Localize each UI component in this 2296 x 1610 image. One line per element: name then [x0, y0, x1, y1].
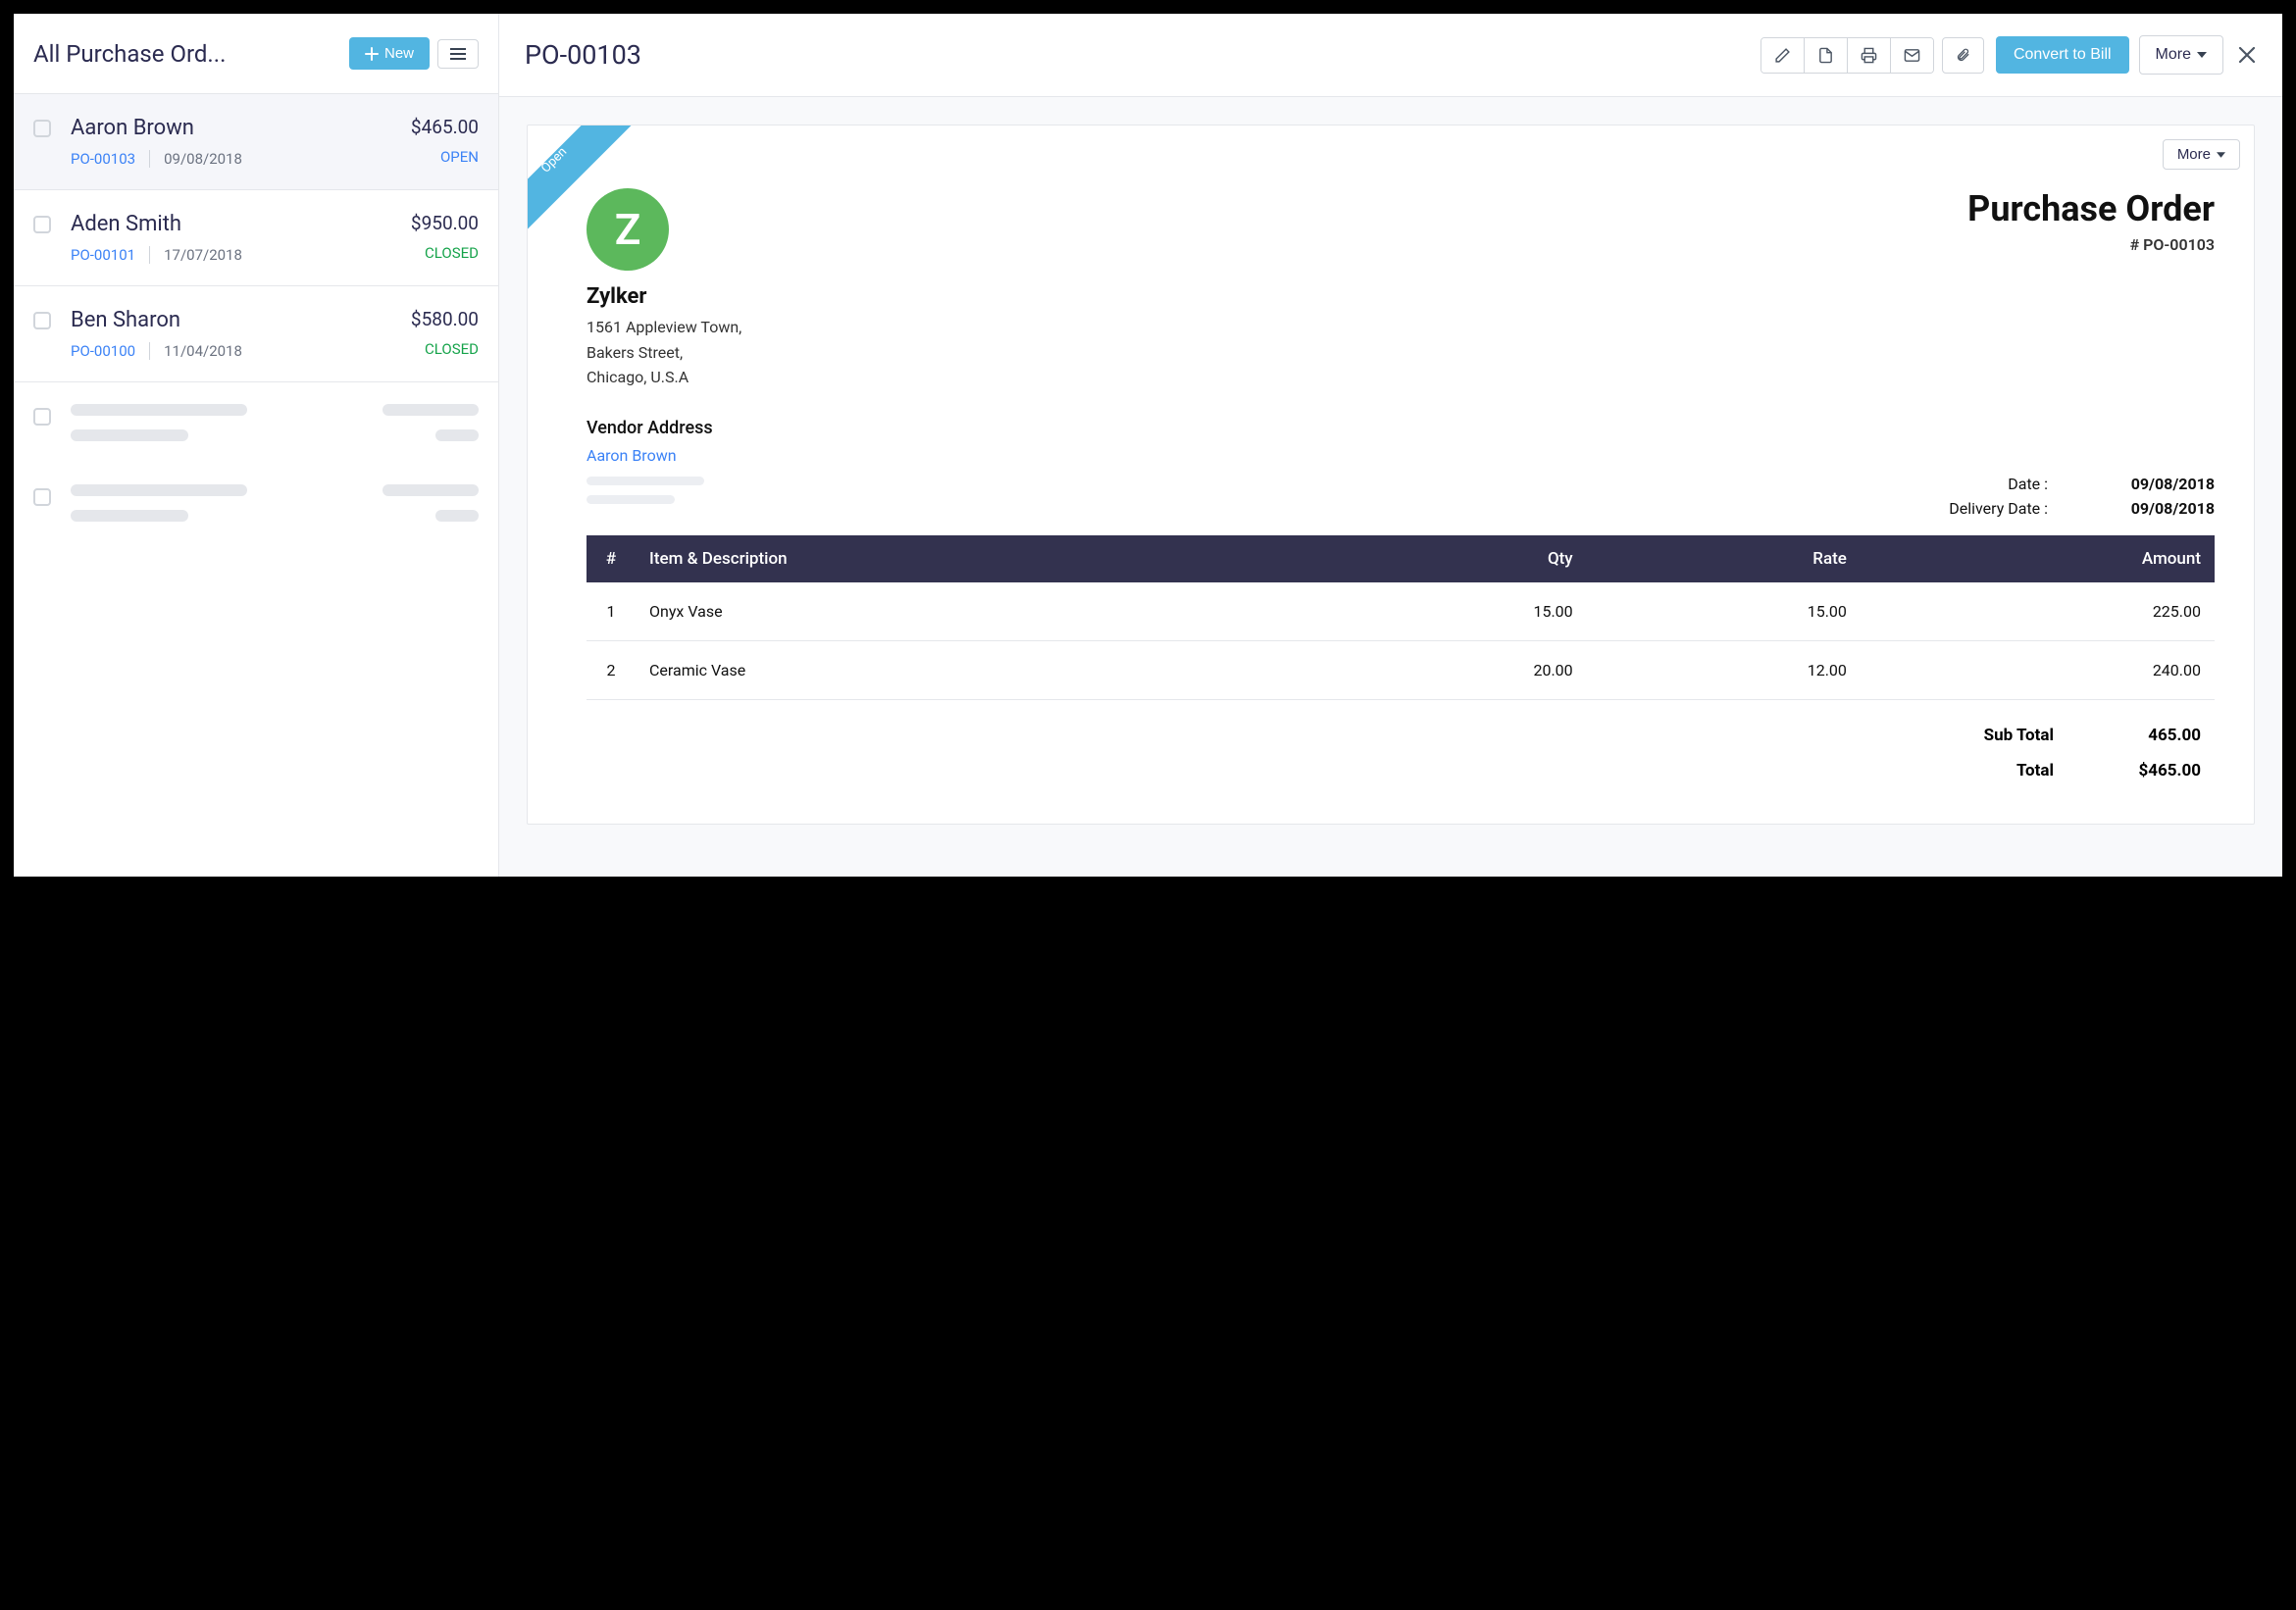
list-item[interactable]: Aden Smith PO-00101 17/07/2018 $950.00 C… — [14, 190, 498, 286]
col-amount: Amount — [1861, 535, 2215, 582]
line-items-table: # Item & Description Qty Rate Amount 1 O… — [587, 535, 2215, 700]
list-item-po: PO-00100 — [71, 342, 135, 360]
cell-num: 1 — [587, 582, 636, 641]
list-item-date: 11/04/2018 — [164, 342, 242, 360]
list-item[interactable]: Aaron Brown PO-00103 09/08/2018 $465.00 … — [14, 94, 498, 190]
new-button-label: New — [384, 45, 414, 62]
icon-btn-group — [1760, 37, 1934, 74]
status-ribbon: Open — [528, 126, 636, 233]
list-item-amount: $950.00 — [411, 212, 479, 234]
cell-amount: 240.00 — [1861, 640, 2215, 699]
subtotal-value: 465.00 — [2113, 726, 2201, 745]
po-list-panel: All Purchase Ord... New Aaron Brown PO-0… — [14, 14, 499, 877]
checkbox[interactable] — [33, 120, 51, 137]
cell-desc: Onyx Vase — [636, 582, 1312, 641]
checkbox[interactable] — [33, 216, 51, 233]
list-item-placeholder — [14, 463, 498, 543]
company-name: Zylker — [587, 284, 741, 309]
detail-header: PO-00103 Convert to Bill — [499, 14, 2282, 97]
list-item-name: Aden Smith — [71, 212, 411, 236]
cell-desc: Ceramic Vase — [636, 640, 1312, 699]
document-header: Z Zylker 1561 Appleview Town, Bakers Str… — [587, 188, 2215, 390]
cell-rate: 12.00 — [1587, 640, 1861, 699]
col-num: # — [587, 535, 636, 582]
col-rate: Rate — [1587, 535, 1861, 582]
mail-icon — [1904, 47, 1920, 64]
table-row: 2 Ceramic Vase 20.00 12.00 240.00 — [587, 640, 2215, 699]
vendor-name-link[interactable]: Aaron Brown — [587, 446, 677, 465]
company-address: 1561 Appleview Town, Bakers Street, Chic… — [587, 315, 741, 390]
list-item-status: CLOSED — [411, 244, 479, 262]
list-item-date: 09/08/2018 — [164, 150, 242, 168]
po-list: Aaron Brown PO-00103 09/08/2018 $465.00 … — [14, 94, 498, 382]
delivery-date-label: Delivery Date : — [1949, 499, 2048, 518]
new-button[interactable]: New — [349, 37, 430, 70]
document-more-dropdown[interactable]: More — [2163, 139, 2240, 170]
list-title: All Purchase Ord... — [33, 40, 349, 68]
totals-block: Sub Total 465.00 Total $465.00 — [587, 718, 2215, 788]
caret-down-icon — [2217, 152, 2225, 158]
list-item-date: 17/07/2018 — [164, 246, 242, 264]
list-item[interactable]: Ben Sharon PO-00100 11/04/2018 $580.00 C… — [14, 286, 498, 382]
hamburger-button[interactable] — [437, 39, 479, 69]
list-item-po: PO-00101 — [71, 246, 135, 264]
print-button[interactable] — [1848, 38, 1891, 73]
document-title-block: Purchase Order # PO-00103 — [1967, 188, 2215, 254]
plus-icon — [365, 47, 379, 61]
attach-button[interactable] — [1942, 37, 1984, 74]
list-item-status: OPEN — [411, 148, 479, 166]
col-qty: Qty — [1312, 535, 1586, 582]
document-more-label: More — [2177, 146, 2211, 163]
purchase-order-document: Open More Z Zylker 1561 Appleview Town, … — [527, 125, 2255, 825]
printer-icon — [1861, 47, 1877, 64]
list-header: All Purchase Ord... New — [14, 14, 498, 94]
checkbox[interactable] — [33, 312, 51, 329]
checkbox[interactable] — [33, 488, 51, 506]
dates-block: Date : 09/08/2018 Delivery Date : 09/08/… — [587, 475, 2215, 518]
pdf-button[interactable] — [1805, 38, 1848, 73]
caret-down-icon — [2197, 52, 2207, 58]
pdf-icon — [1817, 47, 1834, 64]
email-button[interactable] — [1891, 38, 1933, 73]
list-item-name: Ben Sharon — [71, 308, 411, 332]
document-number: # PO-00103 — [1967, 235, 2215, 254]
list-item-amount: $580.00 — [411, 308, 479, 330]
cell-amount: 225.00 — [1861, 582, 2215, 641]
cell-num: 2 — [587, 640, 636, 699]
cell-rate: 15.00 — [1587, 582, 1861, 641]
total-label: Total — [2016, 761, 2054, 780]
date-value: 09/08/2018 — [2107, 475, 2215, 493]
ribbon-text: Open — [538, 144, 570, 176]
document-scroll[interactable]: Open More Z Zylker 1561 Appleview Town, … — [499, 97, 2282, 852]
list-item-name: Aaron Brown — [71, 116, 411, 140]
cell-qty: 20.00 — [1312, 640, 1586, 699]
more-label: More — [2156, 46, 2191, 64]
col-desc: Item & Description — [636, 535, 1312, 582]
list-item-po: PO-00103 — [71, 150, 135, 168]
list-item-placeholder — [14, 382, 498, 463]
cell-qty: 15.00 — [1312, 582, 1586, 641]
delivery-date-value: 09/08/2018 — [2107, 499, 2215, 518]
list-item-amount: $465.00 — [411, 116, 479, 138]
list-item-status: CLOSED — [411, 340, 479, 358]
menu-icon — [450, 48, 466, 60]
detail-title: PO-00103 — [525, 39, 641, 71]
close-icon — [2237, 45, 2257, 65]
checkbox[interactable] — [33, 408, 51, 426]
pencil-icon — [1774, 47, 1791, 64]
date-label: Date : — [2008, 475, 2048, 493]
more-dropdown[interactable]: More — [2139, 35, 2223, 75]
detail-panel: PO-00103 Convert to Bill — [499, 14, 2282, 877]
app-root: All Purchase Ord... New Aaron Brown PO-0… — [14, 14, 2282, 877]
total-value: $465.00 — [2113, 761, 2201, 780]
vendor-address-label: Vendor Address — [587, 418, 2215, 438]
subtotal-label: Sub Total — [1984, 726, 2054, 745]
document-title: Purchase Order — [1967, 188, 2215, 229]
convert-to-bill-button[interactable]: Convert to Bill — [1996, 36, 2129, 74]
table-row: 1 Onyx Vase 15.00 15.00 225.00 — [587, 582, 2215, 641]
paperclip-icon — [1956, 47, 1970, 64]
edit-button[interactable] — [1761, 38, 1805, 73]
close-button[interactable] — [2237, 45, 2257, 65]
